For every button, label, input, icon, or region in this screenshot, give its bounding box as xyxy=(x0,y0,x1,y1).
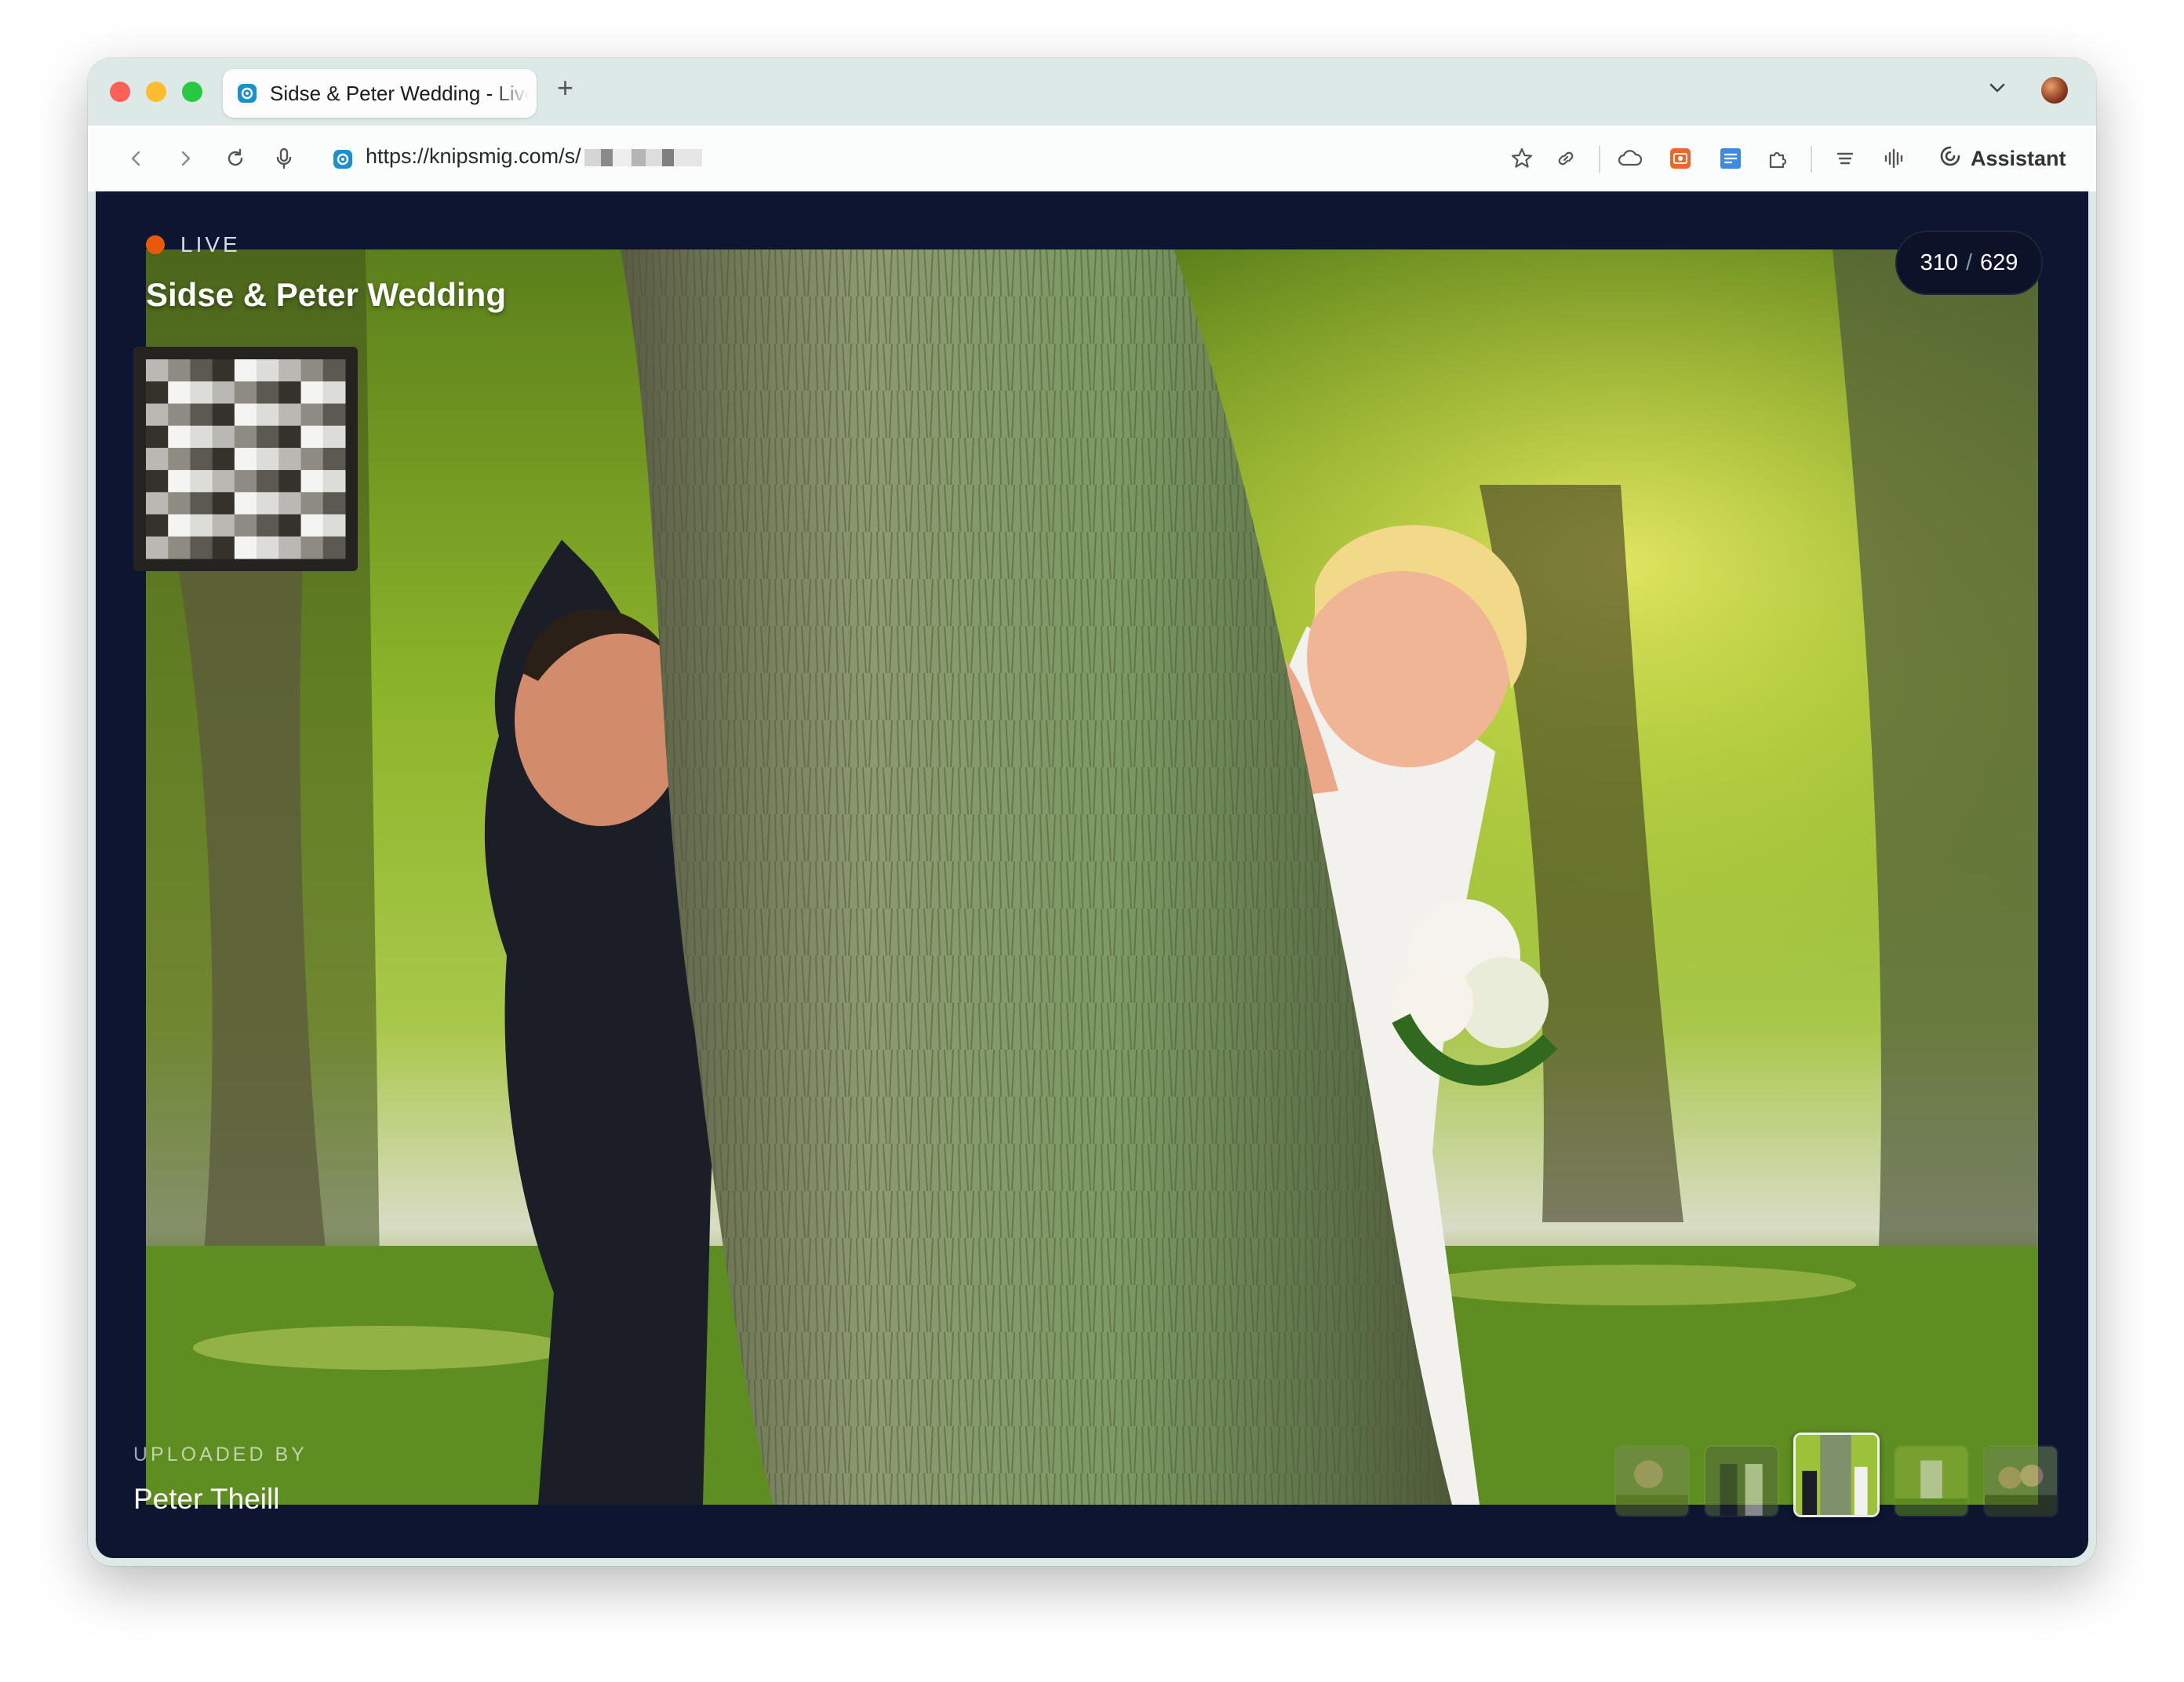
reading-list-icon[interactable] xyxy=(1828,141,1862,176)
browser-tab-active[interactable]: Sidse & Peter Wedding - Live xyxy=(223,69,537,118)
notes-extension-icon[interactable] xyxy=(1713,141,1748,176)
site-favicon-icon xyxy=(333,149,353,173)
profile-avatar[interactable] xyxy=(2041,77,2068,104)
thumbnail-5[interactable] xyxy=(1983,1445,2058,1517)
live-dot xyxy=(146,235,165,254)
redacted-url-segment xyxy=(584,148,702,166)
photo-counter-current: 310 xyxy=(1920,249,1958,275)
screenshot-extension-icon[interactable] xyxy=(1663,141,1698,176)
photo-counter: 310 / 629 xyxy=(1895,231,2043,295)
reload-icon[interactable] xyxy=(218,141,253,176)
toolbar-divider xyxy=(1811,146,1812,173)
thumbnail-strip xyxy=(1614,1433,2058,1517)
minimize-window-button[interactable] xyxy=(146,82,166,102)
new-tab-plus-icon[interactable]: + xyxy=(557,72,573,104)
wedding-photo[interactable] xyxy=(146,249,2038,1505)
address-bar[interactable]: https://knipsmig.com/s/ xyxy=(366,144,702,169)
event-title: Sidse & Peter Wedding xyxy=(146,276,506,313)
back-arrow-icon[interactable] xyxy=(119,141,154,176)
photo-counter-separator: / xyxy=(1965,249,1973,275)
audio-waveform-icon[interactable] xyxy=(1876,141,1911,176)
close-window-button[interactable] xyxy=(110,82,130,102)
tab-title: Sidse & Peter Wedding - Live xyxy=(270,82,529,105)
maximize-window-button[interactable] xyxy=(182,82,202,102)
cloud-icon[interactable] xyxy=(1613,141,1647,176)
live-slideshow-page: LIVE Sidse & Peter Wedding 310 / 629 UPL… xyxy=(96,191,2088,1558)
live-label: LIVE xyxy=(180,232,241,257)
uploaded-by-label: UPLOADED BY xyxy=(133,1444,308,1465)
camera-favicon-icon xyxy=(237,83,257,107)
microphone-icon[interactable] xyxy=(267,141,301,176)
url-text: https://knipsmig.com/s/ xyxy=(366,144,581,168)
assistant-label: Assistant xyxy=(1971,146,2066,170)
browser-window: Sidse & Peter Wedding - Live + https://k… xyxy=(88,58,2096,1566)
uploader-name: Peter Theill xyxy=(133,1483,280,1515)
photo-counter-total: 629 xyxy=(1980,249,2018,275)
thumbnail-4[interactable] xyxy=(1894,1445,1969,1517)
browser-toolbar: https://knipsmig.com/s/ Assistant xyxy=(88,126,2096,191)
thumbnail-1[interactable] xyxy=(1614,1445,1690,1517)
thumbnail-2[interactable] xyxy=(1704,1445,1779,1517)
chevron-down-icon[interactable] xyxy=(1985,75,2010,104)
forward-arrow-icon[interactable] xyxy=(168,141,202,176)
toolbar-divider xyxy=(1599,146,1600,173)
assistant-swirl-icon xyxy=(1938,144,1963,174)
bookmark-star-icon[interactable] xyxy=(1505,141,1539,176)
extensions-puzzle-icon[interactable] xyxy=(1760,141,1795,176)
tab-bar: Sidse & Peter Wedding - Live + xyxy=(88,58,2096,126)
thumbnail-3[interactable] xyxy=(1793,1433,1880,1517)
qr-code[interactable] xyxy=(133,347,358,571)
assistant-button[interactable]: Assistant xyxy=(1938,143,2066,174)
live-indicator: LIVE xyxy=(146,232,241,257)
link-icon[interactable] xyxy=(1549,141,1583,176)
